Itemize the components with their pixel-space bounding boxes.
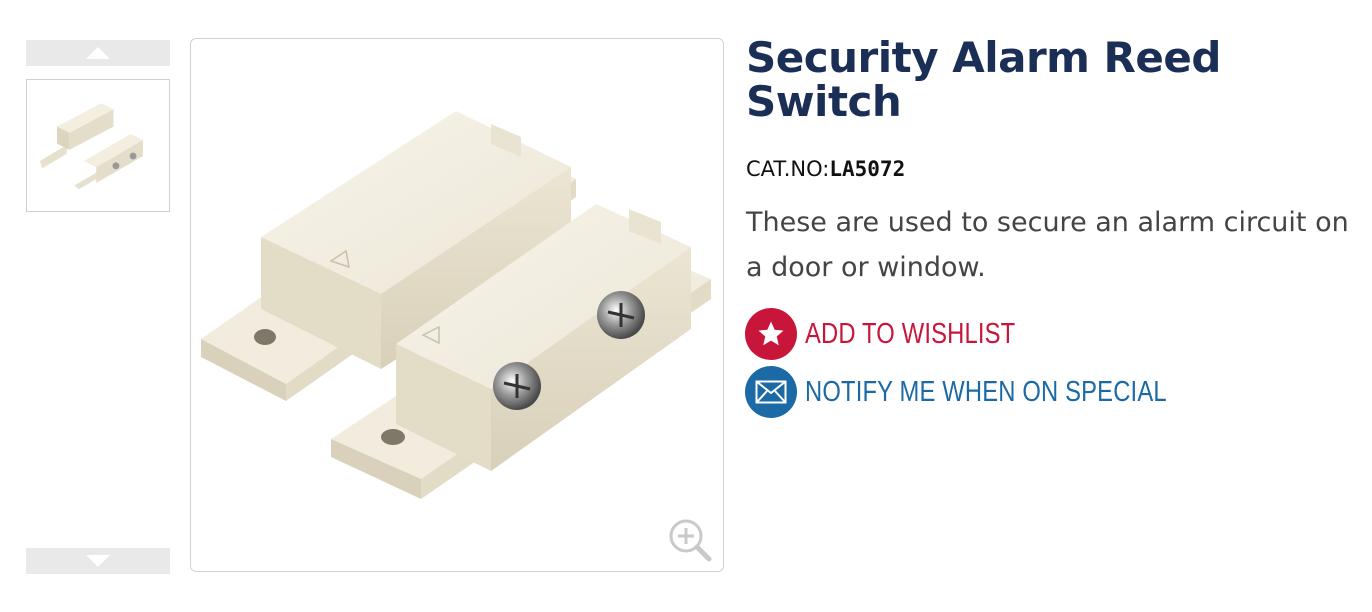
chevron-up-icon [86, 47, 110, 59]
star-icon [745, 308, 797, 360]
add-to-wishlist-label: ADD TO WISHLIST [805, 317, 1016, 350]
product-thumbnail[interactable] [26, 79, 170, 212]
thumbnail-scroll-down-button[interactable] [26, 548, 170, 574]
envelope-icon [745, 366, 797, 418]
zoom-in-icon[interactable] [667, 517, 713, 563]
catalog-number-value: LA5072 [829, 157, 906, 181]
thumbnail-image [39, 103, 143, 190]
catalog-number: CAT.NO:LA5072 [746, 157, 905, 181]
chevron-down-icon [86, 555, 110, 567]
product-title: Security Alarm Reed Switch [746, 33, 1221, 126]
catalog-number-label: CAT.NO: [746, 157, 830, 181]
notify-on-special-label: NOTIFY ME WHEN ON SPECIAL [805, 375, 1167, 408]
notify-on-special-button[interactable]: NOTIFY ME WHEN ON SPECIAL [745, 366, 1246, 418]
thumbnail-scroll-up-button[interactable] [26, 40, 170, 66]
product-description: These are used to secure an alarm circui… [746, 207, 1349, 283]
product-main-image[interactable] [190, 38, 724, 572]
product-image [201, 111, 711, 499]
add-to-wishlist-button[interactable]: ADD TO WISHLIST [745, 308, 1062, 360]
